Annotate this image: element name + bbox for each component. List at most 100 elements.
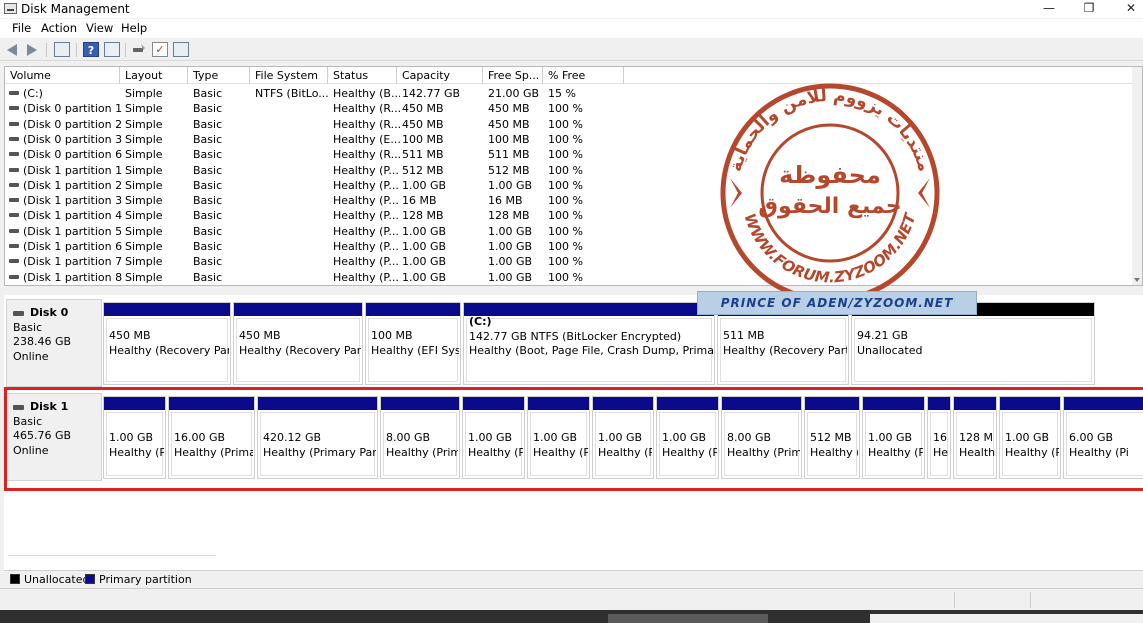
column-header-layout[interactable]: Layout: [120, 67, 188, 84]
disk-1-partition[interactable]: 420.12 GB Healthy (Primary Partit: [257, 396, 378, 479]
close-button[interactable]: ✕: [1108, 0, 1143, 18]
disk-1-partition[interactable]: 16.00 GB Healthy (Primar: [168, 396, 255, 479]
volume-row[interactable]: (Disk 1 partition 4) Simple Basic Healthy (…: [5, 208, 1135, 223]
disk-0-partition[interactable]: (C:) 142.77 GB NTFS (BitLocker Encrypted)…: [463, 302, 715, 385]
column-header-type[interactable]: Type: [188, 67, 250, 84]
disk-1-partition[interactable]: 8.00 GBHealthy (Prima: [721, 396, 802, 479]
disk-1-partition[interactable]: 1.00 GB Healthy (Pi: [862, 396, 925, 479]
volume-cell: Simple: [125, 255, 163, 269]
scroll-down-arrow-icon[interactable]: [1134, 278, 1140, 282]
volume-row[interactable]: (Disk 0 partition 3) Simple Basic Healthy (…: [5, 132, 1135, 147]
volume-cell: Simple: [125, 102, 163, 116]
volume-row[interactable]: (Disk 1 partition 6) Simple Basic Healthy (…: [5, 239, 1135, 254]
volume-cell: Simple: [125, 270, 163, 284]
disk-1-partition[interactable]: 1.00 GB Healthy (Pi: [592, 396, 654, 479]
volume-row[interactable]: (Disk 1 partition 5) Simple Basic Healthy (…: [5, 224, 1135, 239]
partition-bar: [169, 397, 254, 410]
volume-cell: (Disk 0 partition 3): [23, 132, 123, 146]
volume-cell: 512 MB: [488, 163, 530, 177]
partition-status: Healthy (Primary Partit: [263, 445, 376, 459]
menu-file[interactable]: File: [12, 21, 31, 35]
partition-status: Healthy (Boot, Page File, Crash Dump, Pr…: [469, 344, 713, 357]
disk-1-partition[interactable]: 16 He: [927, 396, 951, 479]
partition-status: Healthy (Recovery Partiti: [109, 343, 229, 357]
disk-1-partition[interactable]: 1.00 GB Healthy (Pi: [462, 396, 525, 479]
volume-row[interactable]: (Disk 0 partition 6) Simple Basic Healthy (…: [5, 147, 1135, 162]
status-separator: [954, 592, 955, 608]
menu-view[interactable]: View: [86, 21, 113, 35]
disk-1-partition[interactable]: 512 MB Healthy (: [804, 396, 860, 479]
forward-arrow-icon[interactable]: [27, 44, 37, 56]
disk-1-partition[interactable]: 1.00 GB Healthy (Pi: [103, 396, 166, 479]
volume-cell: 1.00 GB: [488, 224, 533, 238]
back-arrow-icon[interactable]: [7, 44, 17, 56]
volume-row[interactable]: (Disk 0 partition 2) Simple Basic Healthy (…: [5, 117, 1135, 132]
taskbar-item[interactable]: [870, 614, 1143, 623]
partition-status: Healthy (Primar: [174, 445, 253, 459]
disk-0-size: 238.46 GB: [13, 335, 72, 348]
volume-cell: Simple: [125, 163, 163, 177]
volume-cell: Healthy (R...: [333, 102, 400, 116]
volume-row[interactable]: (C:) Simple Basic NTFS (BitLo... Healthy (B.…: [5, 86, 1135, 101]
column-header-percent-free[interactable]: % Free: [543, 67, 624, 84]
volume-cell: Healthy (E...: [333, 132, 400, 146]
volume-row[interactable]: (Disk 1 partition 8) Simple Basic Healthy (…: [5, 270, 1135, 285]
connect-drive-icon[interactable]: [131, 42, 147, 57]
properties-icon[interactable]: [104, 42, 120, 57]
volume-cell: 100 %: [548, 270, 583, 284]
partition-text: 8.00 GBHealthy (Prima: [386, 431, 458, 460]
volume-row[interactable]: (Disk 1 partition 2) Simple Basic Healthy (…: [5, 178, 1135, 193]
volume-row[interactable]: (Disk 1 partition 1) Simple Basic Healthy (…: [5, 163, 1135, 178]
menu-help[interactable]: Help: [121, 21, 147, 35]
column-header-file-system[interactable]: File System: [250, 67, 328, 84]
disk-0-type: Basic: [13, 320, 43, 334]
disk-1-partition[interactable]: 8.00 GBHealthy (Prima: [380, 396, 460, 479]
column-header-free-space[interactable]: Free Sp...: [483, 67, 543, 84]
volume-cell: 100 %: [548, 178, 583, 192]
disk-1-partition[interactable]: 1.00 GB Healthy (Pi: [527, 396, 590, 479]
volume-list-scrollbar[interactable]: [1132, 67, 1142, 285]
volume-cell: Healthy (P...: [333, 270, 399, 284]
menu-action[interactable]: Action: [41, 21, 77, 35]
volume-row[interactable]: (Disk 1 partition 3) Simple Basic Healthy (…: [5, 193, 1135, 208]
disk-1-partition[interactable]: 128 M Health: [953, 396, 997, 479]
disk-0-info[interactable]: Disk 0 Basic 238.46 GB Online: [6, 299, 102, 387]
partition-status: He: [933, 445, 949, 459]
partition-bar: [463, 397, 524, 410]
disk-1-partition[interactable]: 6.00 GB Healthy (Pi: [1063, 396, 1143, 479]
partition-size: 1.00 GB: [468, 431, 513, 444]
volume-cell: Basic: [193, 178, 223, 192]
disk-0-partition[interactable]: 450 MBHealthy (Recovery Partiti: [233, 302, 363, 385]
column-header-capacity[interactable]: Capacity: [397, 67, 483, 84]
disk-0-partition[interactable]: 450 MBHealthy (Recovery Partiti: [103, 302, 231, 385]
volume-cell: Basic: [193, 132, 223, 146]
column-header-volume[interactable]: Volume: [5, 67, 120, 84]
volume-row[interactable]: (Disk 0 partition 1) Simple Basic Healthy (…: [5, 101, 1135, 116]
partition-status: Healthy (Recovery Partiti: [239, 343, 361, 357]
disk-1-partition[interactable]: 1.00 GB Healthy (Pi: [656, 396, 719, 479]
disk-1-info[interactable]: Disk 1 Basic 465.76 GB Online: [6, 393, 102, 481]
disk-1-partition[interactable]: 1.00 GB Healthy (Pi: [999, 396, 1061, 479]
volume-row[interactable]: (Disk 1 partition 7) Simple Basic Healthy (…: [5, 254, 1135, 269]
rescan-disks-icon[interactable]: ✓: [152, 42, 168, 57]
toolbar-separator: [125, 43, 126, 57]
volume-cell: 100 %: [548, 255, 583, 269]
partition-bar: [1064, 397, 1143, 410]
partition-size: 16: [933, 431, 947, 444]
disk-1-state: Online: [13, 443, 49, 457]
partition-text: 94.21 GB Unallocated: [857, 329, 1093, 358]
console-tree-icon[interactable]: [54, 42, 70, 57]
help-icon[interactable]: ?: [83, 42, 99, 57]
partition-text: 450 MBHealthy (Recovery Partiti: [109, 329, 229, 358]
window-title: Disk Management: [21, 2, 130, 16]
settings-list-icon[interactable]: [173, 42, 189, 57]
volume-drive-icon: [9, 182, 19, 187]
primary-swatch: [85, 574, 95, 584]
volume-cell: 1.00 GB: [488, 270, 533, 284]
taskbar-item[interactable]: [608, 614, 768, 623]
column-header-status[interactable]: Status: [328, 67, 397, 84]
restore-button[interactable]: ❐: [1066, 0, 1112, 18]
disk-0-partition[interactable]: 100 MBHealthy (EFI Syste: [365, 302, 461, 385]
volume-cell: 142.77 GB: [402, 87, 461, 100]
volume-cell: 511 MB: [402, 148, 444, 162]
